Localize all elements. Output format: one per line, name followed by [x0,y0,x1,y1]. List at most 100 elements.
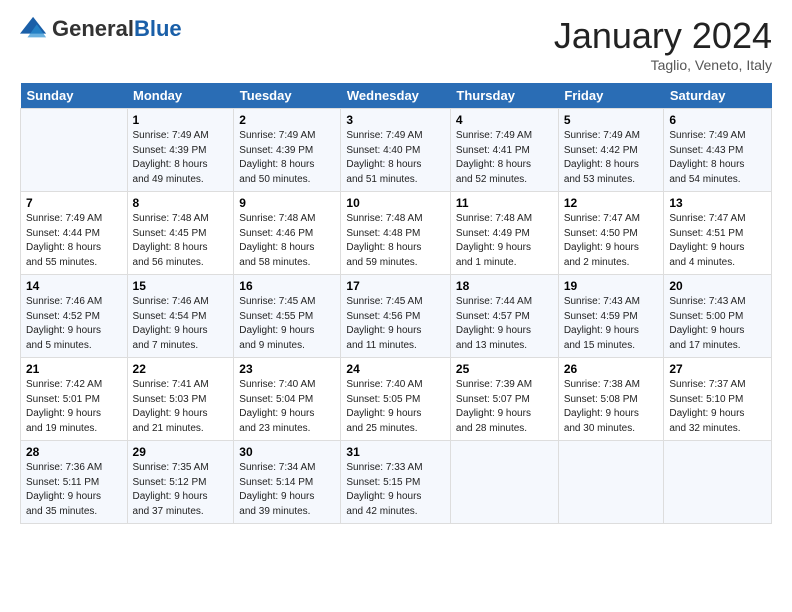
calendar-cell: 30 Sunrise: 7:34 AMSunset: 5:14 PMDayligh… [234,441,341,524]
day-number: 25 [456,362,553,376]
calendar-cell: 12 Sunrise: 7:47 AMSunset: 4:50 PMDayligh… [558,192,664,275]
day-number: 8 [133,196,229,210]
weekday-header-saturday: Saturday [664,83,772,109]
day-number: 12 [564,196,659,210]
weekday-header-thursday: Thursday [450,83,558,109]
calendar-cell: 8Sunrise: 7:48 AMSunset: 4:45 PMDaylight… [127,192,234,275]
day-number: 2 [239,113,335,127]
day-info: Sunrise: 7:45 AMSunset: 4:55 PMDaylight:… [239,295,335,353]
logo: GeneralBlue [20,15,182,43]
day-info: Sunrise: 7:38 AMSunset: 5:08 PMDaylight:… [564,378,659,436]
day-number: 31 [346,445,445,459]
day-number: 24 [346,362,445,376]
calendar-cell: 10 Sunrise: 7:48 AMSunset: 4:48 PMDayligh… [341,192,451,275]
day-info: Sunrise: 7:42 AMSunset: 5:01 PMDaylight:… [26,378,122,436]
day-info: Sunrise: 7:43 AMSunset: 4:59 PMDaylight:… [564,295,659,353]
day-info: Sunrise: 7:40 AMSunset: 5:05 PMDaylight:… [346,378,445,436]
calendar-cell: 19 Sunrise: 7:43 AMSunset: 4:59 PMDayligh… [558,275,664,358]
logo-icon [20,15,48,43]
day-info: Sunrise: 7:46 AMSunset: 4:52 PMDaylight:… [26,295,122,353]
calendar-cell: 4Sunrise: 7:49 AMSunset: 4:41 PMDaylight… [450,109,558,192]
day-number: 18 [456,279,553,293]
day-info: Sunrise: 7:49 AMSunset: 4:44 PMDaylight:… [26,212,122,270]
day-info: Sunrise: 7:46 AMSunset: 4:54 PMDaylight:… [133,295,229,353]
day-info: Sunrise: 7:47 AMSunset: 4:50 PMDaylight:… [564,212,659,270]
day-info: Sunrise: 7:39 AMSunset: 5:07 PMDaylight:… [456,378,553,436]
calendar-cell: 15 Sunrise: 7:46 AMSunset: 4:54 PMDayligh… [127,275,234,358]
day-info: Sunrise: 7:44 AMSunset: 4:57 PMDaylight:… [456,295,553,353]
day-info: Sunrise: 7:47 AMSunset: 4:51 PMDaylight:… [669,212,766,270]
logo-general-text: General [52,16,134,41]
logo-blue-text: Blue [134,16,182,41]
day-number: 3 [346,113,445,127]
day-number: 14 [26,279,122,293]
calendar-cell: 23 Sunrise: 7:40 AMSunset: 5:04 PMDayligh… [234,358,341,441]
calendar-cell: 5Sunrise: 7:49 AMSunset: 4:42 PMDaylight… [558,109,664,192]
day-info: Sunrise: 7:33 AMSunset: 5:15 PMDaylight:… [346,461,445,519]
day-number: 27 [669,362,766,376]
weekday-header-row: SundayMondayTuesdayWednesdayThursdayFrid… [21,83,772,109]
calendar-cell: 1 Sunrise: 7:49 AMSunset: 4:39 PMDaylight… [127,109,234,192]
calendar-cell: 13 Sunrise: 7:47 AMSunset: 4:51 PMDayligh… [664,192,772,275]
day-info: Sunrise: 7:35 AMSunset: 5:12 PMDaylight:… [133,461,229,519]
day-number: 17 [346,279,445,293]
calendar-cell [450,441,558,524]
calendar-cell [558,441,664,524]
day-number: 10 [346,196,445,210]
day-number: 30 [239,445,335,459]
day-info: Sunrise: 7:45 AMSunset: 4:56 PMDaylight:… [346,295,445,353]
day-info: Sunrise: 7:36 AMSunset: 5:11 PMDaylight:… [26,461,122,519]
day-number: 5 [564,113,659,127]
day-info: Sunrise: 7:41 AMSunset: 5:03 PMDaylight:… [133,378,229,436]
calendar-cell [21,109,128,192]
calendar-cell: 25 Sunrise: 7:39 AMSunset: 5:07 PMDayligh… [450,358,558,441]
calendar-cell: 14 Sunrise: 7:46 AMSunset: 4:52 PMDayligh… [21,275,128,358]
calendar-week-row: 21 Sunrise: 7:42 AMSunset: 5:01 PMDayligh… [21,358,772,441]
calendar-cell: 2 Sunrise: 7:49 AMSunset: 4:39 PMDaylight… [234,109,341,192]
day-number: 21 [26,362,122,376]
day-number: 29 [133,445,229,459]
calendar-cell: 18 Sunrise: 7:44 AMSunset: 4:57 PMDayligh… [450,275,558,358]
month-title: January 2024 [554,15,772,57]
day-info: Sunrise: 7:48 AMSunset: 4:48 PMDaylight:… [346,212,445,270]
calendar-cell: 16 Sunrise: 7:45 AMSunset: 4:55 PMDayligh… [234,275,341,358]
calendar-cell: 29 Sunrise: 7:35 AMSunset: 5:12 PMDayligh… [127,441,234,524]
day-number: 16 [239,279,335,293]
calendar-cell: 6 Sunrise: 7:49 AMSunset: 4:43 PMDaylight… [664,109,772,192]
day-number: 13 [669,196,766,210]
calendar-table: SundayMondayTuesdayWednesdayThursdayFrid… [20,83,772,524]
day-number: 1 [133,113,229,127]
day-info: Sunrise: 7:37 AMSunset: 5:10 PMDaylight:… [669,378,766,436]
weekday-header-tuesday: Tuesday [234,83,341,109]
calendar-week-row: 1 Sunrise: 7:49 AMSunset: 4:39 PMDaylight… [21,109,772,192]
day-number: 26 [564,362,659,376]
calendar-cell: 31 Sunrise: 7:33 AMSunset: 5:15 PMDayligh… [341,441,451,524]
calendar-week-row: 28 Sunrise: 7:36 AMSunset: 5:11 PMDayligh… [21,441,772,524]
calendar-cell: 17 Sunrise: 7:45 AMSunset: 4:56 PMDayligh… [341,275,451,358]
day-info: Sunrise: 7:49 AMSunset: 4:39 PMDaylight:… [239,129,335,187]
day-number: 15 [133,279,229,293]
day-number: 20 [669,279,766,293]
calendar-cell: 20Sunrise: 7:43 AMSunset: 5:00 PMDayligh… [664,275,772,358]
day-number: 22 [133,362,229,376]
calendar-cell: 3Sunrise: 7:49 AMSunset: 4:40 PMDaylight… [341,109,451,192]
day-info: Sunrise: 7:49 AMSunset: 4:43 PMDaylight:… [669,129,766,187]
day-number: 9 [239,196,335,210]
day-number: 6 [669,113,766,127]
day-info: Sunrise: 7:49 AMSunset: 4:39 PMDaylight:… [133,129,229,187]
title-block: January 2024 Taglio, Veneto, Italy [554,15,772,73]
weekday-header-monday: Monday [127,83,234,109]
day-info: Sunrise: 7:48 AMSunset: 4:46 PMDaylight:… [239,212,335,270]
calendar-cell: 11Sunrise: 7:48 AMSunset: 4:49 PMDayligh… [450,192,558,275]
weekday-header-friday: Friday [558,83,664,109]
calendar-cell: 21 Sunrise: 7:42 AMSunset: 5:01 PMDayligh… [21,358,128,441]
day-number: 28 [26,445,122,459]
day-info: Sunrise: 7:49 AMSunset: 4:41 PMDaylight:… [456,129,553,187]
day-number: 23 [239,362,335,376]
day-number: 19 [564,279,659,293]
weekday-header-wednesday: Wednesday [341,83,451,109]
calendar-cell: 27 Sunrise: 7:37 AMSunset: 5:10 PMDayligh… [664,358,772,441]
day-info: Sunrise: 7:34 AMSunset: 5:14 PMDaylight:… [239,461,335,519]
calendar-cell: 24 Sunrise: 7:40 AMSunset: 5:05 PMDayligh… [341,358,451,441]
day-info: Sunrise: 7:40 AMSunset: 5:04 PMDaylight:… [239,378,335,436]
